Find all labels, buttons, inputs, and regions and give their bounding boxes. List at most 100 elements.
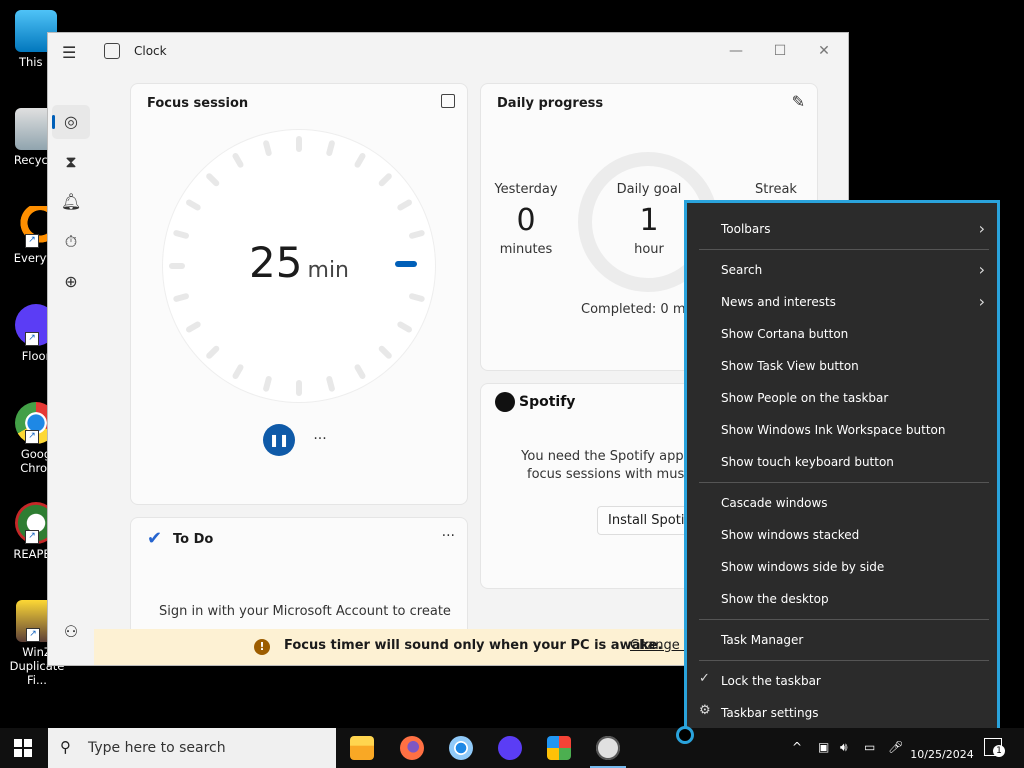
notification-badge: 1: [993, 745, 1005, 757]
shortcut-arrow-icon: ↗: [25, 332, 39, 346]
dial-tick: [231, 151, 245, 169]
todo-more-button[interactable]: ···: [442, 528, 455, 544]
firefox-icon[interactable]: [400, 736, 424, 760]
daily-goal-stat: Daily goal 1 hour: [604, 182, 694, 257]
daily-goal-unit: hour: [634, 242, 664, 257]
bell-icon: 🔔︎: [60, 192, 82, 211]
cursor-highlight: [676, 726, 694, 744]
nav-focus-sessions[interactable]: ◎: [52, 105, 90, 139]
dial-tick: [204, 344, 221, 361]
volume-icon[interactable]: 🔊︎: [840, 740, 848, 755]
edit-pencil-icon[interactable]: ✎: [792, 92, 805, 111]
menu-item-show-cortana[interactable]: Show Cortana button: [721, 324, 848, 344]
todo-title: To Do: [173, 532, 214, 547]
menu-item-show-windows-stacked[interactable]: Show windows stacked: [721, 525, 859, 545]
dial-handle[interactable]: [395, 261, 417, 267]
microsoft-store-icon[interactable]: [547, 736, 571, 760]
menu-item-show-task-view[interactable]: Show Task View button: [721, 356, 859, 376]
shortcut-arrow-icon: ↗: [26, 628, 40, 642]
taskbar-search-box[interactable]: ⚲ Type here to search: [48, 728, 336, 768]
streak-stat: Streak: [731, 182, 821, 197]
banner-text: Focus timer will sound only when your PC…: [284, 638, 663, 653]
ellipsis-icon: ···: [313, 431, 327, 447]
chevron-right-icon: ›: [978, 219, 985, 238]
spotify-message-line: focus sessions with music: [527, 467, 695, 482]
menu-item-toolbars[interactable]: Toolbars: [721, 219, 770, 239]
menu-item-show-ink-workspace[interactable]: Show Windows Ink Workspace button: [721, 420, 945, 440]
navigation-rail: ◎ ⧗ 🔔︎ ⏱︎ ⊕ ⚇ ⚙: [48, 69, 94, 665]
dial-tick: [296, 136, 302, 152]
dial-tick: [353, 363, 367, 381]
spotify-logo: Spotify: [495, 392, 575, 412]
menu-item-taskbar-settings[interactable]: Taskbar settings: [721, 703, 818, 723]
taskbar-date: 10/25/2024: [910, 748, 974, 761]
taskbar[interactable]: ⚲ Type here to search ^ ▣ 🔊︎ ▭ 🎤︎ 10/25/…: [0, 728, 1024, 768]
menu-separator: [699, 482, 989, 483]
focus-duration-value: 25: [248, 238, 303, 287]
menu-item-search[interactable]: Search: [721, 260, 762, 280]
nav-stopwatch[interactable]: ⏱︎: [52, 225, 90, 259]
notification-center-button[interactable]: 1: [984, 738, 1005, 757]
streak-label: Streak: [755, 182, 797, 197]
taskbar-context-menu: Toolbars › Search › News and interests ›…: [684, 200, 1000, 737]
shortcut-arrow-icon: ↗: [25, 530, 39, 544]
focus-dial[interactable]: 25 min: [163, 130, 435, 402]
taskbar-time: [904, 732, 980, 747]
person-icon: ⚇: [63, 622, 79, 641]
maximize-button[interactable]: ☐: [760, 39, 800, 63]
focus-icon: ◎: [64, 112, 78, 131]
more-options-button[interactable]: ···: [307, 424, 333, 456]
dial-tick: [184, 198, 202, 212]
chevron-right-icon: ›: [978, 260, 985, 279]
pause-button[interactable]: ❚❚: [263, 424, 295, 456]
menu-item-show-touch-keyboard[interactable]: Show touch keyboard button: [721, 452, 894, 472]
close-button[interactable]: ✕: [804, 39, 844, 63]
dial-tick: [396, 198, 414, 212]
dial-tick: [262, 375, 273, 393]
nav-settings[interactable]: ⚙: [52, 657, 90, 665]
gear-icon: ⚙: [699, 703, 711, 718]
file-explorer-icon[interactable]: [350, 736, 374, 760]
nav-world-clock[interactable]: ⊕: [52, 265, 90, 299]
yesterday-unit: minutes: [499, 242, 553, 257]
menu-separator: [699, 660, 989, 661]
spotify-message: You need the Spotify app t focus session…: [519, 448, 695, 484]
menu-item-show-desktop[interactable]: Show the desktop: [721, 589, 829, 609]
minimize-button[interactable]: —: [716, 39, 756, 63]
hamburger-icon[interactable]: ☰: [62, 43, 76, 62]
menu-item-show-people[interactable]: Show People on the taskbar: [721, 388, 888, 408]
dial-tick: [296, 380, 302, 396]
menu-separator: [699, 619, 989, 620]
menu-item-lock-taskbar[interactable]: Lock the taskbar: [721, 671, 821, 691]
dial-tick: [204, 171, 221, 188]
menu-item-news-interests[interactable]: News and interests: [721, 292, 836, 312]
menu-item-task-manager[interactable]: Task Manager: [721, 630, 803, 650]
floorp-icon[interactable]: [498, 736, 522, 760]
focus-duration-unit: min: [307, 258, 350, 283]
dial-tick: [377, 171, 394, 188]
nav-alarm[interactable]: 🔔︎: [52, 185, 90, 219]
shortcut-arrow-icon: ↗: [25, 430, 39, 444]
window-title: Clock: [134, 44, 167, 58]
menu-item-show-windows-side-by-side[interactable]: Show windows side by side: [721, 557, 884, 577]
chromium-icon[interactable]: [449, 736, 473, 760]
chevron-right-icon: ›: [978, 292, 985, 311]
spotify-icon: [495, 392, 515, 412]
yesterday-stat: Yesterday 0 minutes: [481, 182, 571, 257]
focus-session-title: Focus session: [147, 96, 249, 111]
dial-tick: [325, 375, 336, 393]
dial-tick: [262, 139, 273, 157]
nav-account[interactable]: ⚇: [52, 615, 90, 649]
network-icon[interactable]: ▣: [818, 740, 829, 754]
nav-timer[interactable]: ⧗: [52, 145, 90, 179]
windows-start-icon[interactable]: [14, 739, 32, 757]
chevron-up-icon[interactable]: ^: [792, 740, 802, 754]
yesterday-label: Yesterday: [494, 182, 558, 197]
clock-app-icon[interactable]: [596, 736, 620, 760]
microphone-icon[interactable]: 🎤︎: [888, 740, 903, 754]
taskbar-clock[interactable]: 10/25/2024: [904, 732, 980, 762]
compact-overlay-icon[interactable]: [441, 94, 455, 108]
menu-item-cascade-windows[interactable]: Cascade windows: [721, 493, 828, 513]
shortcut-arrow-icon: ↗: [25, 234, 39, 248]
display-icon[interactable]: ▭: [864, 740, 875, 754]
